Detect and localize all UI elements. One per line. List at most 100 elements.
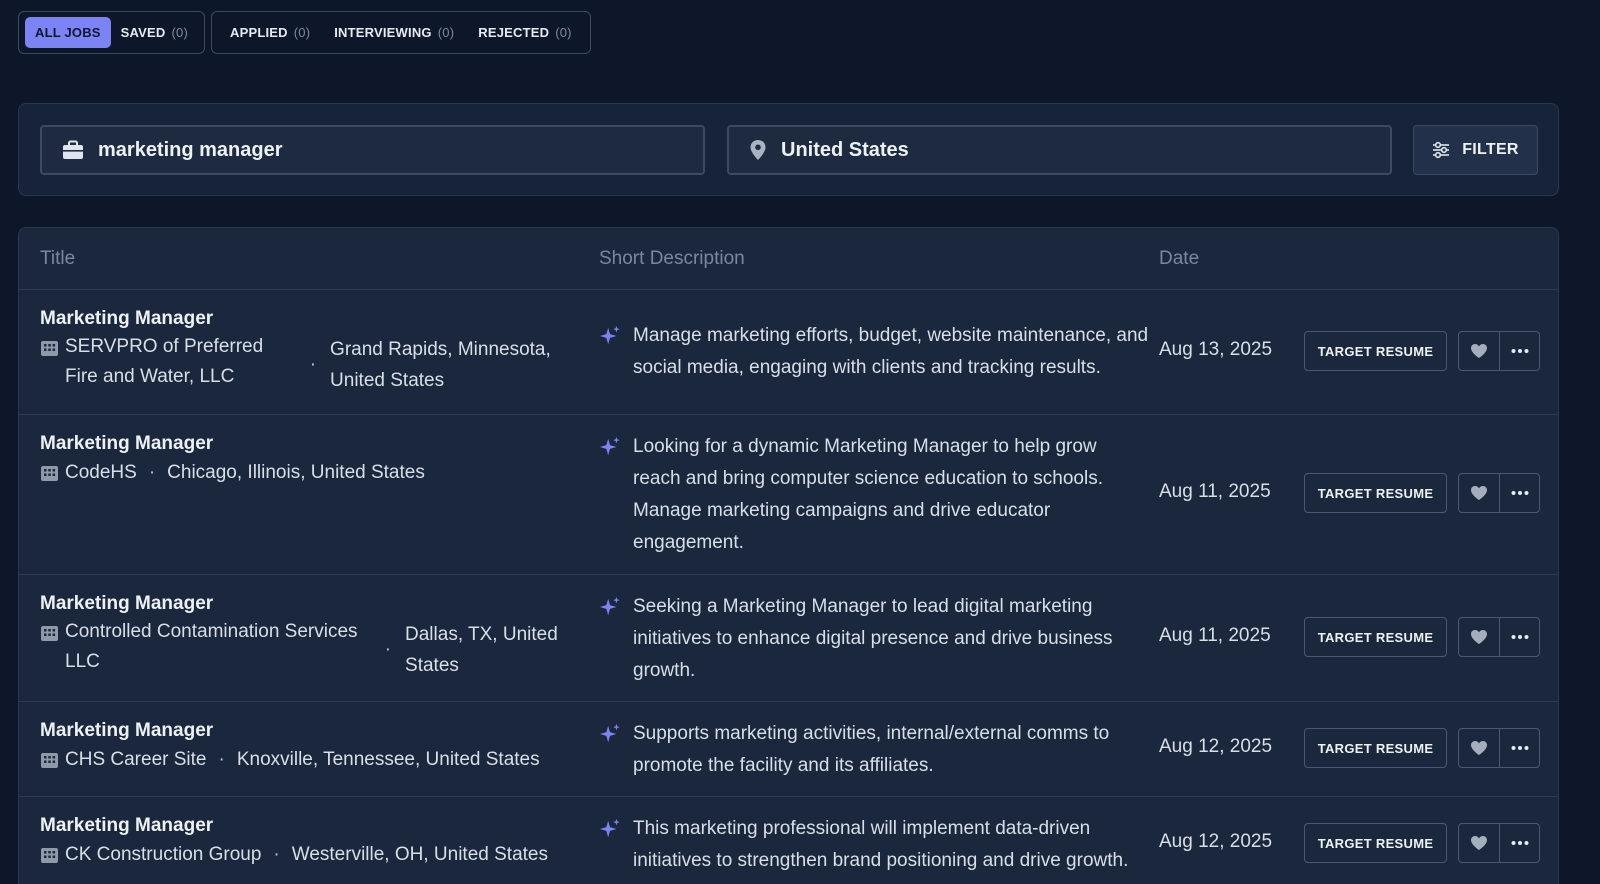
location-search-field[interactable]: [727, 125, 1392, 175]
save-job-button[interactable]: [1459, 618, 1499, 656]
job-meta: CodeHS · Chicago, Illinois, United States: [40, 457, 570, 488]
job-title[interactable]: Marketing Manager: [40, 591, 570, 617]
target-resume-button[interactable]: TARGET RESUME: [1304, 728, 1447, 768]
more-options-button[interactable]: [1499, 729, 1539, 767]
job-description: Looking for a dynamic Marketing Manager …: [633, 436, 1103, 553]
row-actions: TARGET RESUME: [1304, 728, 1540, 768]
job-description: Supports marketing activities, internal/…: [633, 723, 1110, 776]
more-options-icon: [1511, 635, 1528, 639]
job-title[interactable]: Marketing Manager: [40, 813, 570, 839]
company-name: CHS Career Site: [65, 749, 207, 770]
tab-label: APPLIED: [229, 25, 288, 40]
tab-applied[interactable]: APPLIED (0): [218, 17, 322, 48]
tab-group-status: APPLIED (0) INTERVIEWING (0) REJECTED (0…: [210, 11, 591, 54]
row-actions: TARGET RESUME: [1304, 823, 1540, 863]
job-title[interactable]: Marketing Manager: [40, 306, 570, 332]
heart-icon: [1471, 630, 1487, 644]
row-actions: TARGET RESUME: [1304, 473, 1540, 513]
column-header-title: Title: [40, 248, 76, 269]
table-row[interactable]: Marketing Manager CK Construction Group · W…: [19, 797, 1558, 884]
tab-count: (0): [437, 25, 455, 40]
row-icon-buttons: [1458, 473, 1540, 513]
row-actions: TARGET RESUME: [1304, 617, 1540, 657]
status-tabs: ALL JOBS SAVED (0) APPLIED (0) INTERVIEW…: [18, 11, 591, 54]
row-icon-buttons: [1458, 823, 1540, 863]
more-options-button[interactable]: [1499, 618, 1539, 656]
save-job-button[interactable]: [1459, 332, 1499, 370]
job-date: Aug 11, 2025: [1159, 625, 1271, 646]
job-location: Dallas, TX, United States: [405, 624, 558, 676]
tab-saved[interactable]: SAVED (0): [111, 17, 198, 48]
save-job-button[interactable]: [1459, 474, 1499, 512]
location-input[interactable]: [781, 138, 1341, 162]
more-options-button[interactable]: [1499, 824, 1539, 862]
job-date: Aug 13, 2025: [1159, 339, 1273, 360]
table-row[interactable]: Marketing Manager CodeHS · Chicago, Illinoi…: [19, 415, 1558, 575]
company-name: CodeHS: [65, 462, 137, 483]
tab-all-jobs[interactable]: ALL JOBS: [25, 17, 111, 48]
tab-count: (0): [171, 25, 188, 40]
heart-icon: [1471, 344, 1487, 358]
target-resume-button[interactable]: TARGET RESUME: [1304, 331, 1447, 371]
job-description-cell: This marketing professional will impleme…: [599, 813, 1169, 877]
location-pin-icon: [750, 140, 766, 160]
save-job-button[interactable]: [1459, 729, 1499, 767]
target-resume-button[interactable]: TARGET RESUME: [1304, 617, 1447, 657]
table-row[interactable]: Marketing Manager Controlled Contaminatio…: [19, 575, 1558, 702]
row-icon-buttons: [1458, 331, 1540, 371]
heart-icon: [1471, 486, 1487, 500]
column-header-description: Short Description: [599, 248, 745, 269]
more-options-icon: [1511, 746, 1528, 750]
job-date: Aug 12, 2025: [1159, 736, 1273, 757]
job-title-cell: Marketing Manager Controlled Contaminatio…: [40, 591, 570, 681]
table-row[interactable]: Marketing Manager CHS Career Site · Knoxvil…: [19, 702, 1558, 797]
target-resume-button[interactable]: TARGET RESUME: [1304, 473, 1447, 513]
jobs-table: Title Short Description Date Marketing M…: [18, 227, 1559, 884]
more-options-button[interactable]: [1499, 332, 1539, 370]
target-resume-button[interactable]: TARGET RESUME: [1304, 823, 1447, 863]
job-date: Aug 12, 2025: [1159, 831, 1273, 852]
job-meta: Controlled Contamination Services LLC · Da…: [40, 617, 570, 681]
ai-sparkle-icon: [599, 325, 620, 345]
tab-label: REJECTED: [478, 25, 550, 40]
company-name: SERVPRO of Preferred Fire and Water, LLC: [65, 336, 264, 387]
job-description-cell: Seeking a Marketing Manager to lead digi…: [599, 591, 1169, 687]
job-title-cell: Marketing Manager SERVPRO of Preferred Fi…: [40, 306, 570, 396]
job-search-field[interactable]: [40, 125, 705, 175]
more-options-icon: [1511, 491, 1528, 495]
ai-sparkle-icon: [599, 723, 620, 743]
tab-interviewing[interactable]: INTERVIEWING (0): [322, 17, 466, 48]
job-meta: CK Construction Group · Westerville, OH, U…: [40, 839, 570, 870]
job-location: Knoxville, Tennessee, United States: [236, 749, 540, 770]
briefcase-icon: [63, 140, 83, 159]
row-icon-buttons: [1458, 728, 1540, 768]
filter-button[interactable]: FILTER: [1413, 125, 1538, 175]
building-icon: [41, 341, 58, 356]
job-search-input[interactable]: [98, 138, 658, 162]
job-description-cell: Manage marketing efforts, budget, websit…: [599, 320, 1169, 384]
more-options-icon: [1511, 349, 1528, 353]
save-job-button[interactable]: [1459, 824, 1499, 862]
row-icon-buttons: [1458, 617, 1540, 657]
ai-sparkle-icon: [599, 596, 620, 616]
separator-dot: ·: [218, 749, 225, 770]
tab-rejected[interactable]: REJECTED (0): [466, 17, 583, 48]
separator-dot: ·: [309, 353, 317, 375]
job-title[interactable]: Marketing Manager: [40, 431, 570, 457]
job-meta: SERVPRO of Preferred Fire and Water, LLC…: [40, 332, 570, 396]
ai-sparkle-icon: [599, 436, 620, 456]
table-row[interactable]: Marketing Manager SERVPRO of Preferred Fi…: [19, 290, 1558, 415]
tab-count: (0): [293, 25, 311, 40]
building-icon: [41, 753, 58, 768]
job-description: Seeking a Marketing Manager to lead digi…: [633, 596, 1113, 681]
job-title-cell: Marketing Manager CodeHS · Chicago, Illinoi…: [40, 431, 570, 488]
job-location: Chicago, Illinois, United States: [167, 462, 425, 483]
job-title[interactable]: Marketing Manager: [40, 718, 570, 744]
tab-count: (0): [555, 25, 572, 40]
heart-icon: [1471, 741, 1487, 755]
tab-label: ALL JOBS: [35, 25, 101, 40]
job-title-cell: Marketing Manager CHS Career Site · Knoxvil…: [40, 718, 570, 775]
more-options-button[interactable]: [1499, 474, 1539, 512]
row-actions: TARGET RESUME: [1304, 331, 1540, 371]
tab-group-primary: ALL JOBS SAVED (0): [18, 11, 205, 54]
